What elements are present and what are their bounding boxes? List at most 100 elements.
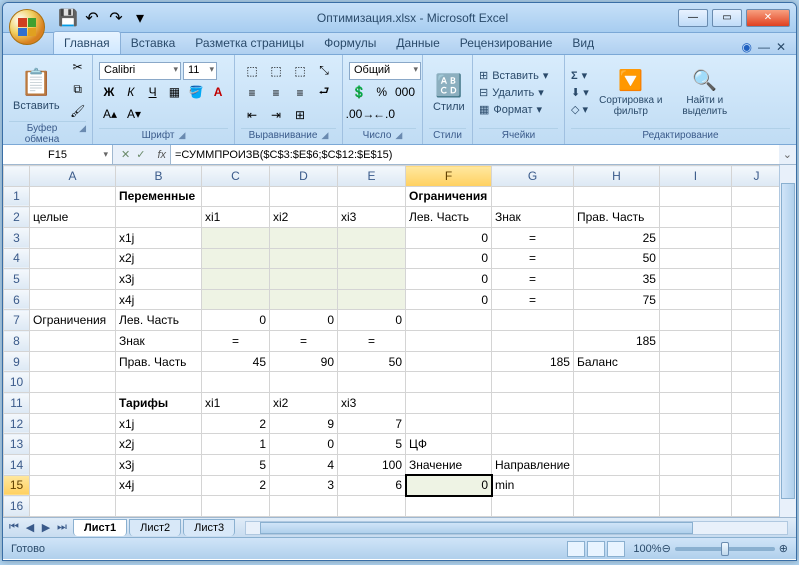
- cell-G5[interactable]: =: [492, 269, 574, 290]
- cell-E3[interactable]: [338, 227, 406, 248]
- cell-J16[interactable]: [731, 496, 781, 517]
- cell-A15[interactable]: [30, 475, 116, 496]
- row-header-10[interactable]: 10: [4, 372, 30, 393]
- cell-I5[interactable]: [659, 269, 731, 290]
- cell-E6[interactable]: [338, 289, 406, 310]
- cell-A4[interactable]: [30, 248, 116, 269]
- cell-C10[interactable]: [202, 372, 270, 393]
- cell-A13[interactable]: [30, 434, 116, 455]
- cell-C15[interactable]: 2: [202, 475, 270, 496]
- cell-C8[interactable]: =: [202, 331, 270, 352]
- cell-A11[interactable]: [30, 393, 116, 414]
- dialog-launcher-icon[interactable]: ◢: [79, 123, 86, 145]
- italic-button[interactable]: К: [121, 82, 141, 102]
- help-icon[interactable]: ◉: [741, 40, 751, 54]
- cell-B8[interactable]: Знак: [116, 331, 202, 352]
- zoom-level[interactable]: 100%: [633, 543, 661, 555]
- cell-F16[interactable]: [406, 496, 492, 517]
- cell-I14[interactable]: [659, 454, 731, 475]
- copy-icon[interactable]: ⧉: [67, 79, 89, 99]
- cell-A1[interactable]: [30, 186, 116, 207]
- sheet-nav-prev-icon[interactable]: ◀: [23, 521, 37, 534]
- cell-E14[interactable]: 100: [338, 454, 406, 475]
- cell-B9[interactable]: Прав. Часть: [116, 351, 202, 372]
- cell-H8[interactable]: 185: [573, 331, 659, 352]
- normal-view-button[interactable]: [567, 541, 585, 557]
- cell-F9[interactable]: [406, 351, 492, 372]
- doc-close-icon[interactable]: ✕: [776, 40, 786, 54]
- styles-button[interactable]: 🔠 Стили: [429, 71, 469, 115]
- cell-H10[interactable]: [573, 372, 659, 393]
- delete-cells-button[interactable]: ⊟Удалить ▾: [479, 86, 548, 99]
- cell-A16[interactable]: [30, 496, 116, 517]
- cell-D1[interactable]: [270, 186, 338, 207]
- format-cells-button[interactable]: ▦Формат ▾: [479, 103, 548, 116]
- cell-J12[interactable]: [731, 413, 781, 434]
- cell-J10[interactable]: [731, 372, 781, 393]
- cell-D13[interactable]: 0: [270, 434, 338, 455]
- cell-B12[interactable]: x1j: [116, 413, 202, 434]
- cell-E1[interactable]: [338, 186, 406, 207]
- row-header-3[interactable]: 3: [4, 227, 30, 248]
- cell-F5[interactable]: 0: [406, 269, 492, 290]
- cell-G4[interactable]: =: [492, 248, 574, 269]
- cell-F1[interactable]: Ограничения: [406, 186, 492, 207]
- cell-I4[interactable]: [659, 248, 731, 269]
- cell-G10[interactable]: [492, 372, 574, 393]
- ribbon-tab-1[interactable]: Вставка: [121, 32, 186, 54]
- cell-J6[interactable]: [731, 289, 781, 310]
- cell-I9[interactable]: [659, 351, 731, 372]
- grow-font-icon[interactable]: A▴: [99, 104, 121, 124]
- formula-input[interactable]: =СУММПРОИЗВ($C$3:$E$6;$C$12:$E$15): [170, 145, 779, 164]
- row-header-2[interactable]: 2: [4, 207, 30, 228]
- cell-A10[interactable]: [30, 372, 116, 393]
- cell-J7[interactable]: [731, 310, 781, 331]
- cell-G13[interactable]: [492, 434, 574, 455]
- row-header-1[interactable]: 1: [4, 186, 30, 207]
- fx-icon[interactable]: fx: [153, 149, 170, 161]
- cell-D11[interactable]: xi2: [270, 393, 338, 414]
- zoom-out-button[interactable]: ⊖: [662, 542, 671, 555]
- cell-G7[interactable]: [492, 310, 574, 331]
- dialog-launcher-icon[interactable]: ◢: [395, 130, 402, 141]
- cell-B11[interactable]: Тарифы: [116, 393, 202, 414]
- sort-filter-button[interactable]: 🔽 Сортировка и фильтр: [595, 66, 667, 119]
- cell-F2[interactable]: Лев. Часть: [406, 207, 492, 228]
- row-header-8[interactable]: 8: [4, 331, 30, 352]
- cell-H4[interactable]: 50: [573, 248, 659, 269]
- percent-icon[interactable]: %: [372, 82, 393, 102]
- zoom-slider[interactable]: [675, 547, 775, 551]
- cell-J11[interactable]: [731, 393, 781, 414]
- increase-decimal-icon[interactable]: .00→: [349, 104, 371, 124]
- cell-D12[interactable]: 9: [270, 413, 338, 434]
- cell-E7[interactable]: 0: [338, 310, 406, 331]
- cell-B5[interactable]: x3j: [116, 269, 202, 290]
- underline-button[interactable]: Ч: [143, 82, 163, 102]
- find-select-button[interactable]: 🔍 Найти и выделить: [673, 66, 737, 119]
- cell-D8[interactable]: =: [270, 331, 338, 352]
- cell-H11[interactable]: [573, 393, 659, 414]
- cell-B16[interactable]: [116, 496, 202, 517]
- cell-D3[interactable]: [270, 227, 338, 248]
- horizontal-scrollbar[interactable]: [245, 521, 788, 535]
- redo-icon[interactable]: ↷: [105, 7, 127, 29]
- close-button[interactable]: ✕: [746, 9, 790, 27]
- cell-G2[interactable]: Знак: [492, 207, 574, 228]
- cell-I13[interactable]: [659, 434, 731, 455]
- cell-G3[interactable]: =: [492, 227, 574, 248]
- cell-G1[interactable]: [492, 186, 574, 207]
- cell-E9[interactable]: 50: [338, 351, 406, 372]
- shrink-font-icon[interactable]: A▾: [123, 104, 145, 124]
- cell-C16[interactable]: [202, 496, 270, 517]
- cell-B13[interactable]: x2j: [116, 434, 202, 455]
- cell-F7[interactable]: [406, 310, 492, 331]
- paste-button[interactable]: 📋 Вставить: [9, 65, 64, 114]
- cell-G12[interactable]: [492, 413, 574, 434]
- row-header-12[interactable]: 12: [4, 413, 30, 434]
- format-painter-icon[interactable]: 🖌: [67, 101, 89, 121]
- cell-F13[interactable]: ЦФ: [406, 434, 492, 455]
- cell-C7[interactable]: 0: [202, 310, 270, 331]
- cell-G6[interactable]: =: [492, 289, 574, 310]
- vertical-scrollbar[interactable]: [779, 165, 796, 517]
- cell-A6[interactable]: [30, 289, 116, 310]
